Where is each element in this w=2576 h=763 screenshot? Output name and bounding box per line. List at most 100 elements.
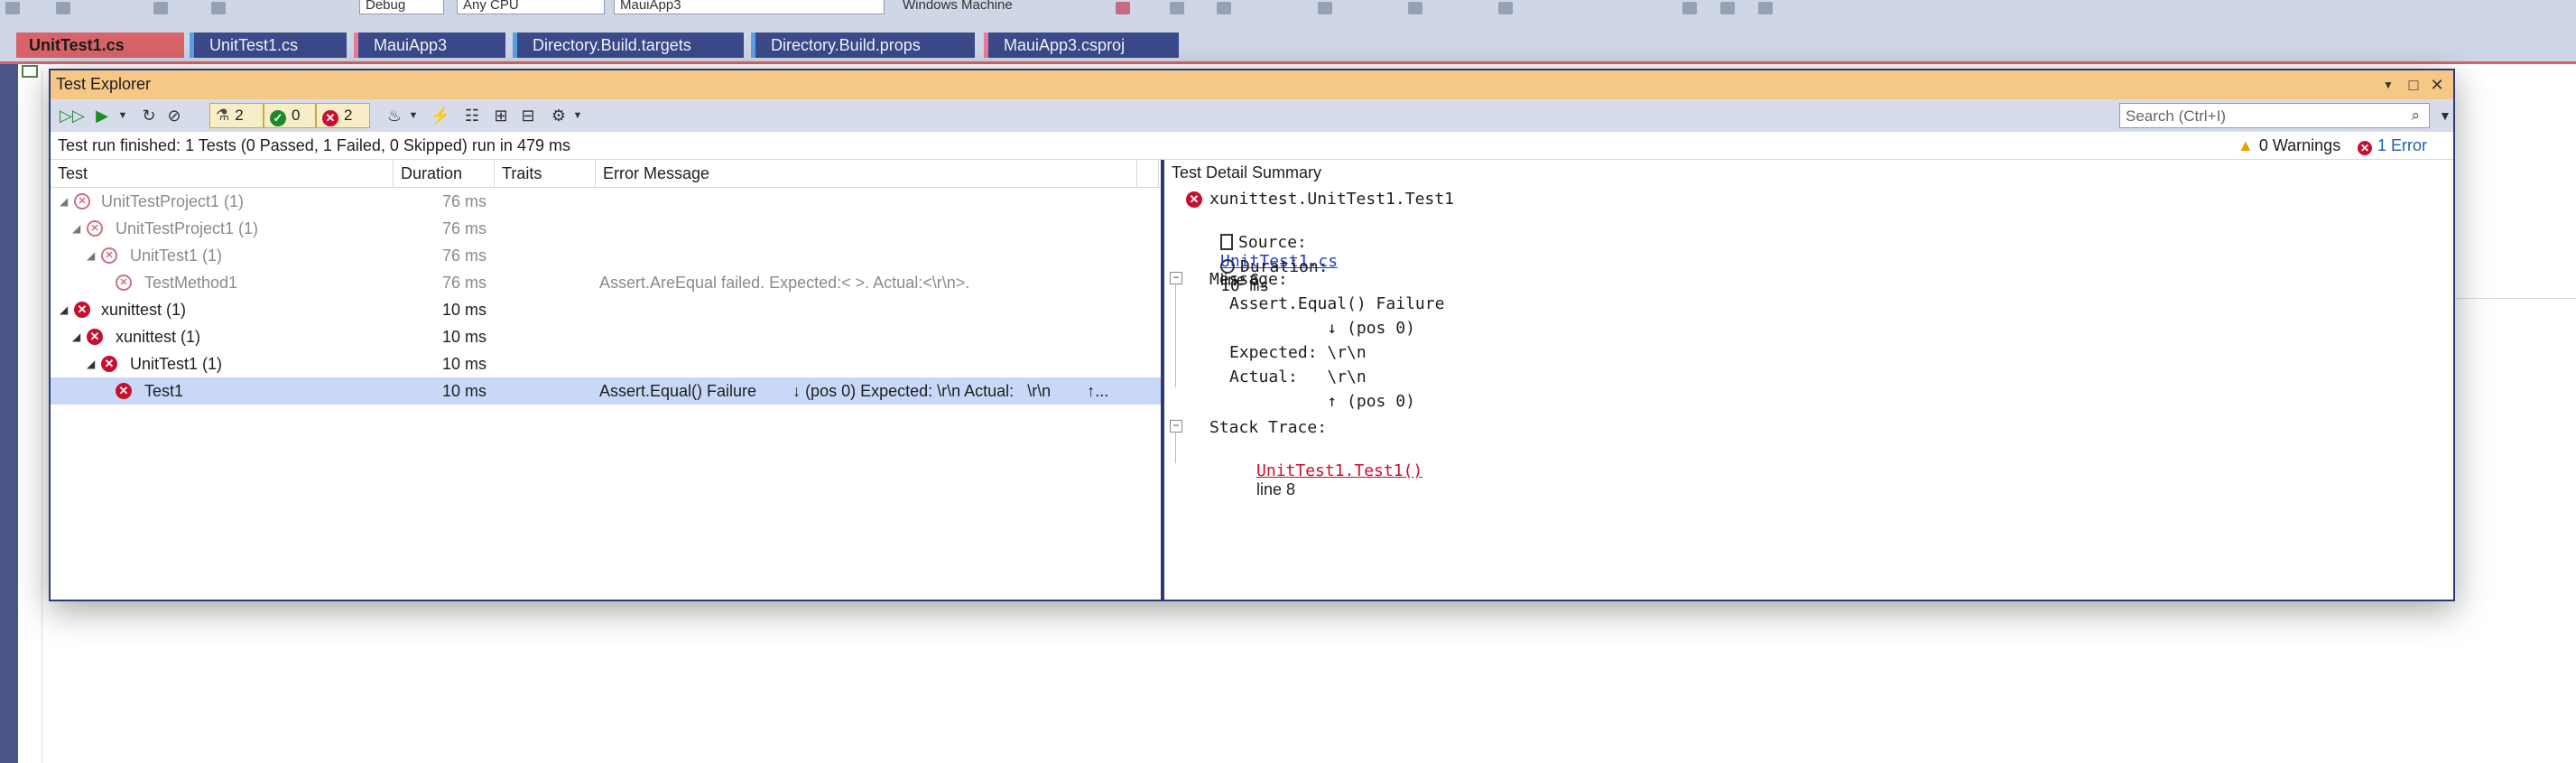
refresh-icon[interactable] xyxy=(56,2,70,14)
search-options-dropdown-icon[interactable]: ▼ xyxy=(2439,108,2451,123)
table-row[interactable]: ◢ ✕ UnitTestProject1 (1) 76 ms xyxy=(51,215,1161,242)
save-icon[interactable] xyxy=(153,2,168,14)
grid-header: Test Duration Traits Error Message xyxy=(51,160,1161,188)
repeat-last-run-icon[interactable]: ↻ xyxy=(139,106,159,126)
stack-trace-collapse-toggle[interactable]: − xyxy=(1170,420,1182,433)
test-duration: 76 ms xyxy=(442,192,487,210)
back-icon[interactable] xyxy=(5,2,20,14)
stop-icon[interactable] xyxy=(1116,2,1130,14)
expand-all-icon[interactable]: ⊞ xyxy=(491,106,511,126)
run-all-icon[interactable]: ▷▷ xyxy=(60,106,85,126)
bookmark-icon[interactable] xyxy=(1758,2,1773,14)
stack-trace-label: Stack Trace: xyxy=(1209,418,1328,437)
close-icon[interactable]: ✕ xyxy=(2428,76,2446,94)
failed-test-icon: ✕ xyxy=(116,383,132,399)
table-row[interactable]: ◢ ✕ xunittest (1) 10 ms xyxy=(51,323,1161,350)
failed-tests-filter[interactable]: ✕ 2 xyxy=(316,103,370,128)
errors-count: 1 Error xyxy=(2377,136,2428,154)
column-header-duration[interactable]: Duration xyxy=(394,160,495,187)
run-target-button[interactable]: Windows Machine xyxy=(897,0,1065,14)
live-unit-testing-icon[interactable]: ⚡ xyxy=(430,106,451,126)
tab-directory-build-props[interactable]: Directory.Build.props xyxy=(751,33,975,58)
platform-combo[interactable]: Any CPU xyxy=(457,0,605,14)
table-row-selected[interactable]: ✕ Test1 10 ms Assert.Equal() Failure ↓ (… xyxy=(51,377,1161,405)
collapse-all-icon[interactable]: ⊟ xyxy=(518,106,538,126)
expand-toggle-icon[interactable]: ◢ xyxy=(87,242,95,269)
run-dropdown-icon[interactable]: ▼ xyxy=(117,106,128,126)
column-header-spacer xyxy=(1137,160,1159,187)
cancel-run-icon[interactable]: ⊘ xyxy=(164,106,184,126)
test-name: UnitTestProject1 (1) xyxy=(101,192,245,210)
maximize-icon[interactable]: □ xyxy=(2405,76,2423,94)
left-tool-gutter xyxy=(0,64,18,763)
search-icon[interactable]: ⌕ xyxy=(2411,107,2420,125)
bookmark-icon[interactable] xyxy=(1720,2,1735,14)
test-duration: 76 ms xyxy=(442,219,487,237)
errors-link[interactable]: ✕ 1 Error xyxy=(2358,136,2427,155)
test-detail-summary-pane: Test Detail Summary ✕ xunittest.UnitTest… xyxy=(1164,160,2453,600)
search-input[interactable]: Search (Ctrl+I) ⌕ xyxy=(2119,103,2430,128)
table-row[interactable]: ✕ TestMethod1 76 ms Assert.AreEqual fail… xyxy=(51,269,1161,296)
bookmark-icon[interactable] xyxy=(1682,2,1697,14)
tab-unittest1-cs-active[interactable]: UnitTest1.cs xyxy=(16,33,184,58)
run-icon[interactable]: ▶ xyxy=(92,106,112,126)
expand-toggle-icon[interactable]: ◢ xyxy=(60,188,68,215)
passed-tests-filter[interactable]: ✓ 0 xyxy=(264,103,316,128)
column-header-test[interactable]: Test xyxy=(51,160,394,187)
run-summary-text: Test run finished: 1 Tests (0 Passed, 1 … xyxy=(58,136,570,154)
tab-label: Directory.Build.props xyxy=(771,36,921,54)
tool-window-icon[interactable] xyxy=(22,65,38,78)
column-header-error-message[interactable]: Error Message xyxy=(596,160,1137,187)
save-all-icon[interactable] xyxy=(211,2,226,14)
expand-toggle-icon[interactable]: ◢ xyxy=(72,323,80,350)
table-row[interactable]: ◢ ✕ UnitTestProject1 (1) 76 ms xyxy=(51,188,1161,215)
tool-icon[interactable] xyxy=(1170,2,1184,14)
test-explorer-titlebar[interactable]: Test Explorer ▼ □ ✕ xyxy=(51,70,2453,100)
warnings-link[interactable]: ▲ 0 Warnings xyxy=(2238,136,2340,155)
tab-label: Directory.Build.targets xyxy=(533,36,691,54)
message-collapse-toggle[interactable]: − xyxy=(1170,272,1182,284)
failed-test-icon: ✕ xyxy=(74,302,90,318)
playlist-dropdown-icon[interactable]: ▼ xyxy=(408,106,419,126)
warning-icon: ▲ xyxy=(2238,136,2254,154)
tab-accent xyxy=(513,33,517,58)
test-explorer-window: Test Explorer ▼ □ ✕ ▷▷ ▶ ▼ ↻ ⊘ ⚗ 2 ✓ 0 ✕ 2 … xyxy=(49,69,2455,601)
table-row[interactable]: ◢ ✕ xunittest (1) 10 ms xyxy=(51,296,1161,323)
tool-icon[interactable] xyxy=(1318,2,1332,14)
flask-icon: ⚗ xyxy=(216,107,230,124)
window-menu-icon[interactable]: ▼ xyxy=(2379,76,2397,94)
failed-test-icon: ✕ xyxy=(87,329,103,345)
config-combo[interactable]: Debug xyxy=(359,0,444,14)
column-header-traits[interactable]: Traits xyxy=(495,160,596,187)
test-explorer-toolbar: ▷▷ ▶ ▼ ↻ ⊘ ⚗ 2 ✓ 0 ✕ 2 ♨ ▼ ⚡ ☷ ⊞ ⊟ ⚙ ▼ Sear… xyxy=(51,99,2453,133)
playlist-icon[interactable]: ♨ xyxy=(385,106,404,126)
editor-side-icons xyxy=(22,65,42,101)
stack-frame-link[interactable]: UnitTest1.Test1() xyxy=(1256,461,1422,480)
tab-label: MauiApp3.csproj xyxy=(1004,36,1126,54)
expand-toggle-icon[interactable]: ◢ xyxy=(87,350,95,377)
expand-toggle-icon[interactable]: ◢ xyxy=(72,215,80,242)
tab-directory-build-targets[interactable]: Directory.Build.targets xyxy=(513,33,744,58)
test-duration: 10 ms xyxy=(442,301,487,319)
tool-icon[interactable] xyxy=(1408,2,1422,14)
settings-gear-icon[interactable]: ⚙ xyxy=(549,106,569,126)
test-list-grid: Test Duration Traits Error Message ◢ ✕ U… xyxy=(51,160,1161,600)
test-error-message: Assert.Equal() Failure ↓ (pos 0) Expecte… xyxy=(599,382,1109,400)
table-row[interactable]: ◢ ✕ UnitTest1 (1) 76 ms xyxy=(51,242,1161,269)
tab-mauiapp3[interactable]: MauiApp3 xyxy=(354,33,505,58)
settings-dropdown-icon[interactable]: ▼ xyxy=(572,106,583,126)
tab-mauiapp3-csproj[interactable]: MauiApp3.csproj xyxy=(984,33,1179,58)
message-line: ↓ (pos 0) xyxy=(1229,319,1415,338)
expand-toggle-icon[interactable]: ◢ xyxy=(60,296,68,323)
table-row[interactable]: ◢ ✕ UnitTest1 (1) 10 ms xyxy=(51,350,1161,377)
tool-icon[interactable] xyxy=(1498,2,1513,14)
tool-icon[interactable] xyxy=(1217,2,1231,14)
window-title: Test Explorer xyxy=(56,75,152,93)
document-tab-strip: UnitTest1.cs UnitTest1.cs MauiApp3 Direc… xyxy=(0,22,2576,61)
test-name: xunittest (1) xyxy=(116,328,201,346)
group-by-icon[interactable]: ☷ xyxy=(462,106,482,126)
startup-project-combo[interactable]: MauiApp3 xyxy=(614,0,885,14)
total-tests-filter[interactable]: ⚗ 2 xyxy=(209,103,264,128)
tab-unittest1-cs[interactable]: UnitTest1.cs xyxy=(190,33,347,58)
failed-count: 2 xyxy=(344,107,353,124)
